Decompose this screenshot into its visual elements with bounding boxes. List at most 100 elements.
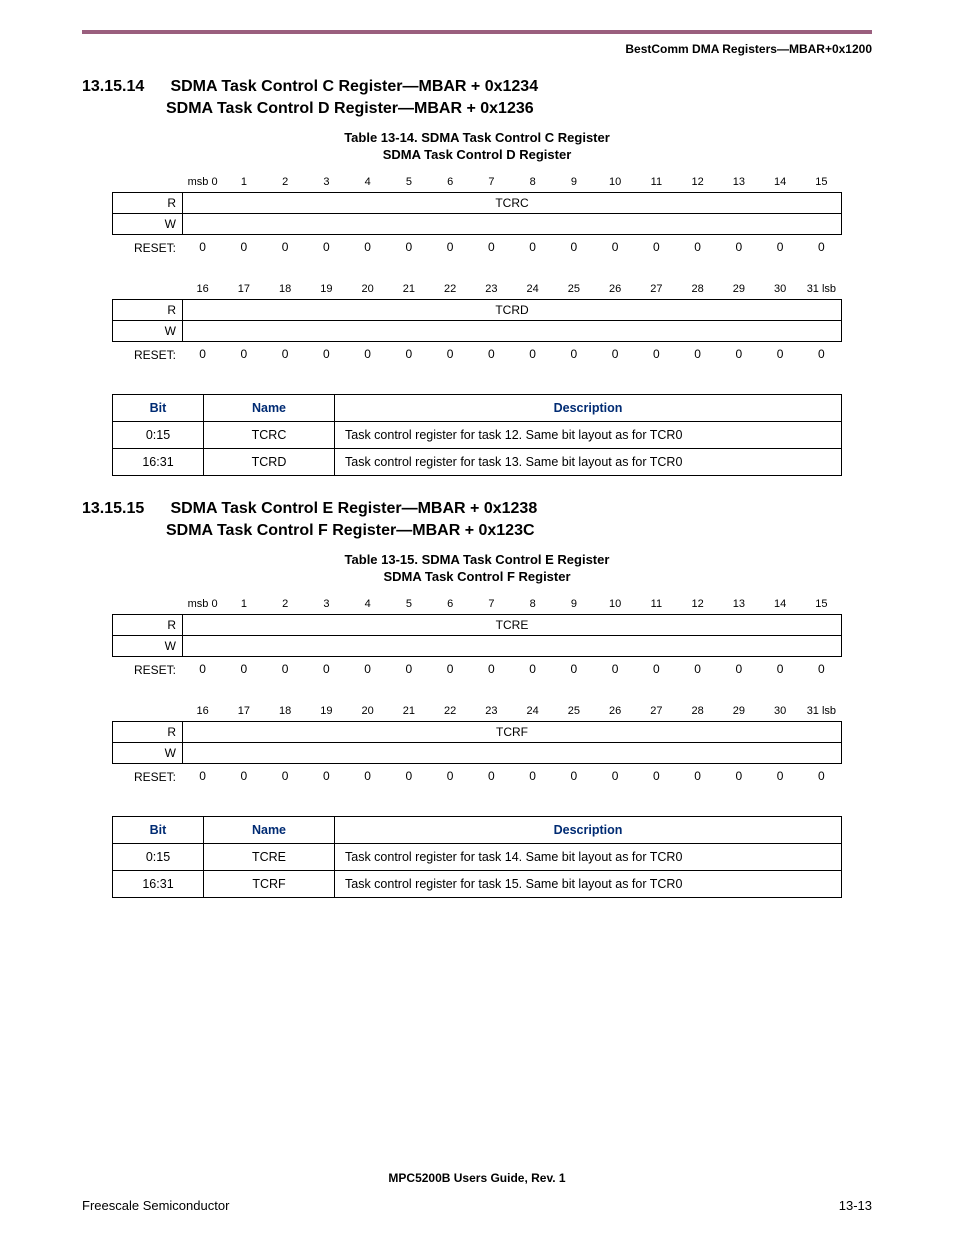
section-gap bbox=[82, 476, 872, 494]
bit-cell: 16 bbox=[182, 701, 223, 721]
bit-cell: 0 bbox=[182, 344, 223, 364]
bit-header-row-lower: 16171819202122232425262728293031 lsb bbox=[112, 279, 842, 299]
bit-cell: 0 bbox=[636, 344, 677, 364]
bit-cell: 0 bbox=[595, 237, 636, 257]
cell-desc: Task control register for task 13. Same … bbox=[335, 449, 842, 476]
field-upper: TCRC bbox=[183, 193, 841, 213]
bit-cell: 31 lsb bbox=[801, 279, 842, 299]
table-caption-13-14: Table 13-14. SDMA Task Control C Registe… bbox=[82, 130, 872, 162]
desc-tbody-2: 0:15TCRETask control register for task 1… bbox=[113, 844, 842, 898]
bit-cell: 3 bbox=[306, 172, 347, 192]
bit-cell: 0 bbox=[553, 659, 594, 679]
bit-header-row-upper-2: msb 0123456789101112131415 bbox=[112, 594, 842, 614]
bit-reset-row-lower: RESET: 0000000000000000 bbox=[112, 344, 842, 366]
table-caption-13-15: Table 13-15. SDMA Task Control E Registe… bbox=[82, 552, 872, 584]
field2-upper-w bbox=[183, 636, 841, 656]
cell-bit: 16:31 bbox=[113, 871, 204, 898]
bit-cell: 5 bbox=[388, 594, 429, 614]
cell-desc: Task control register for task 15. Same … bbox=[335, 871, 842, 898]
bit-cell: 17 bbox=[223, 279, 264, 299]
bit-cell: 0 bbox=[595, 766, 636, 786]
table-row: 0:15TCRCTask control register for task 1… bbox=[113, 422, 842, 449]
bit-layout-table-2: msb 0123456789101112131415 R TCRE W RESE… bbox=[112, 594, 842, 788]
bit-cell: 6 bbox=[430, 594, 471, 614]
bit-cell: 31 lsb bbox=[801, 701, 842, 721]
bit-cell: 2 bbox=[265, 172, 306, 192]
cell-name: TCRF bbox=[204, 871, 335, 898]
decorative-rule bbox=[82, 30, 872, 34]
bit-cell: 0 bbox=[718, 237, 759, 257]
bit-cell: 0 bbox=[223, 237, 264, 257]
bit-cell: 18 bbox=[265, 279, 306, 299]
bit-cell: 9 bbox=[553, 172, 594, 192]
bit-cell: 0 bbox=[306, 766, 347, 786]
label-reset: RESET: bbox=[112, 237, 182, 259]
bit-cell: 22 bbox=[430, 279, 471, 299]
bit-cell: 0 bbox=[677, 766, 718, 786]
bit-cell: 5 bbox=[388, 172, 429, 192]
label-reset-2: RESET: bbox=[112, 344, 182, 366]
table-header-row-2: Bit Name Description bbox=[113, 817, 842, 844]
bit-cell: 0 bbox=[512, 237, 553, 257]
section-title-line1: SDMA Task Control C Register—MBAR + 0x12… bbox=[170, 78, 538, 96]
bit-cell: 0 bbox=[636, 659, 677, 679]
desc-tbody-1: 0:15TCRCTask control register for task 1… bbox=[113, 422, 842, 476]
bit-cell: 26 bbox=[595, 279, 636, 299]
field2-upper: TCRE bbox=[183, 615, 841, 635]
th-desc-2: Description bbox=[335, 817, 842, 844]
bit-cell: 15 bbox=[801, 172, 842, 192]
bit-cell: 0 bbox=[223, 659, 264, 679]
cell-desc: Task control register for task 12. Same … bbox=[335, 422, 842, 449]
label-W-4: W bbox=[113, 743, 183, 763]
cell-bit: 0:15 bbox=[113, 422, 204, 449]
label-R-4: R bbox=[113, 722, 183, 742]
bit-cell: 17 bbox=[223, 701, 264, 721]
bit-cell: 13 bbox=[718, 594, 759, 614]
bit-cell: 0 bbox=[801, 659, 842, 679]
bit-cell: 6 bbox=[430, 172, 471, 192]
section-heading-13-15-15: 13.15.15 SDMA Task Control E Register—MB… bbox=[82, 500, 872, 518]
bit-cell: 25 bbox=[553, 701, 594, 721]
bit-reset-cells-lower: 0000000000000000 bbox=[182, 344, 842, 366]
bit-cell: 29 bbox=[718, 701, 759, 721]
bit-cell: 11 bbox=[636, 594, 677, 614]
document-page: BestComm DMA Registers—MBAR+0x1200 13.15… bbox=[0, 0, 954, 1235]
footer-bottom: Freescale Semiconductor 13-13 bbox=[82, 1198, 872, 1213]
bit-cell: 0 bbox=[471, 344, 512, 364]
bit-cell: 29 bbox=[718, 279, 759, 299]
bit-cell: 0 bbox=[265, 766, 306, 786]
th-bit-2: Bit bbox=[113, 817, 204, 844]
caption-line2: SDMA Task Control D Register bbox=[82, 147, 872, 162]
cell-desc: Task control register for task 14. Same … bbox=[335, 844, 842, 871]
bit-cell: 13 bbox=[718, 172, 759, 192]
th-name: Name bbox=[204, 395, 335, 422]
th-bit: Bit bbox=[113, 395, 204, 422]
caption-line1: Table 13-14. SDMA Task Control C Registe… bbox=[344, 130, 610, 145]
bit-cell: 0 bbox=[512, 659, 553, 679]
table-row: 0:15TCRETask control register for task 1… bbox=[113, 844, 842, 871]
bit-cell: 21 bbox=[388, 279, 429, 299]
bit-cell: 0 bbox=[512, 344, 553, 364]
bit-cell: 0 bbox=[223, 344, 264, 364]
cell-name: TCRD bbox=[204, 449, 335, 476]
bit-cell: 3 bbox=[306, 594, 347, 614]
bit-cell: 27 bbox=[636, 701, 677, 721]
bit-header-row-lower-2: 16171819202122232425262728293031 lsb bbox=[112, 701, 842, 721]
bit-cell: 24 bbox=[512, 279, 553, 299]
bit-cell: 0 bbox=[182, 237, 223, 257]
bit-cell: 30 bbox=[760, 279, 801, 299]
bit-cell: 21 bbox=[388, 701, 429, 721]
bit-reset-cells-upper-2: 0000000000000000 bbox=[182, 659, 842, 681]
bit-cell: 0 bbox=[760, 766, 801, 786]
bit-cell: 7 bbox=[471, 172, 512, 192]
label-reset-3: RESET: bbox=[112, 659, 182, 681]
footer-center: MPC5200B Users Guide, Rev. 1 bbox=[0, 1171, 954, 1185]
bit-cell: 0 bbox=[801, 344, 842, 364]
bit-cell: 0 bbox=[182, 766, 223, 786]
bit-cell: 0 bbox=[760, 659, 801, 679]
bit-cell: 0 bbox=[471, 766, 512, 786]
table-row: 16:31TCRFTask control register for task … bbox=[113, 871, 842, 898]
bit-write-row-upper-2: W bbox=[112, 635, 842, 657]
bit-header-cells-upper-2: msb 0123456789101112131415 bbox=[182, 594, 842, 614]
bit-cell: 0 bbox=[347, 766, 388, 786]
